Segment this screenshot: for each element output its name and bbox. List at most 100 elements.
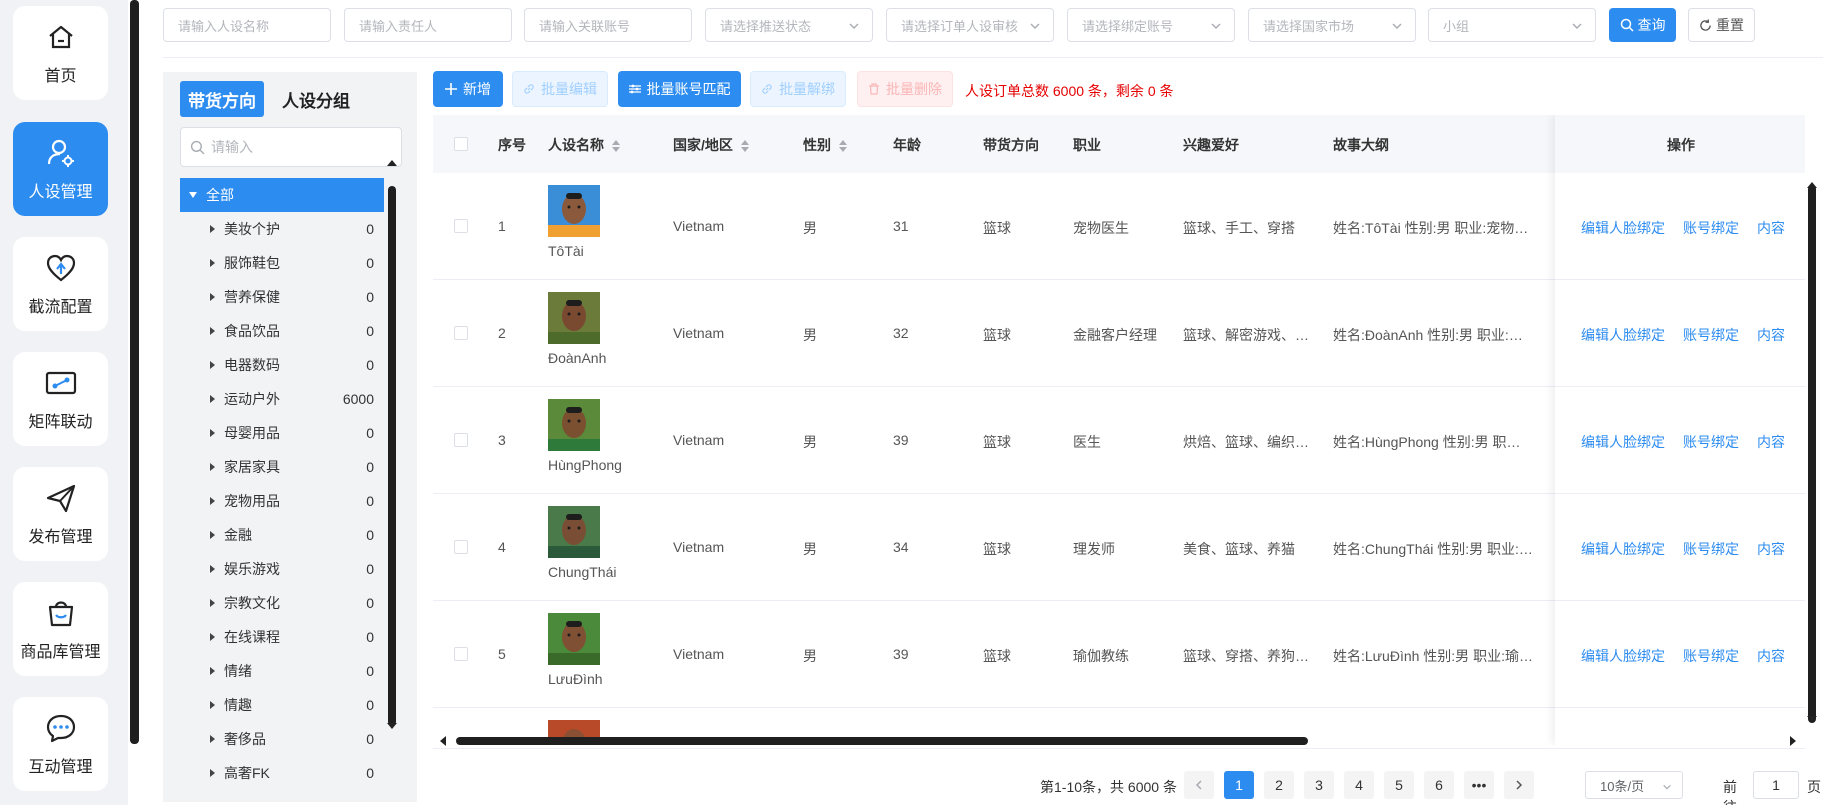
edit-link[interactable]: 编辑 [1581, 432, 1609, 452]
table-vertical-scrollbar[interactable] [1808, 185, 1816, 723]
avatar[interactable] [548, 399, 600, 451]
face-bind-link[interactable]: 人脸绑定 [1609, 539, 1665, 559]
edit-link[interactable]: 编辑 [1581, 218, 1609, 238]
push-status-select[interactable]: 请选择推送状态 [705, 8, 873, 42]
tree-node[interactable]: 服饰鞋包 0 [180, 246, 384, 280]
edit-link[interactable]: 编辑 [1581, 539, 1609, 559]
jump-page-input[interactable]: 1 [1753, 771, 1799, 799]
tree-node[interactable]: 情绪 0 [180, 654, 384, 688]
tree-node[interactable]: 宠物用品 0 [180, 484, 384, 518]
tree-node[interactable]: 运动户外 6000 [180, 382, 384, 416]
row-checkbox[interactable] [454, 219, 468, 233]
nav-scrollbar[interactable] [130, 0, 139, 744]
face-bind-link[interactable]: 人脸绑定 [1609, 432, 1665, 452]
owner-input[interactable]: 请输入责任人 [344, 8, 512, 42]
edit-link[interactable]: 编辑 [1581, 325, 1609, 345]
content-link[interactable]: 内容 [1757, 646, 1785, 666]
batch-delete-button[interactable]: 批量删除 [857, 71, 953, 107]
tree-scrollbar[interactable] [388, 186, 396, 726]
select-all-checkbox[interactable] [454, 137, 468, 151]
account-bind-link[interactable]: 账号绑定 [1683, 218, 1739, 238]
tree-node[interactable]: 奢侈品 0 [180, 722, 384, 756]
content-link[interactable]: 内容 [1757, 539, 1785, 559]
tree-search-input[interactable]: 请输入 [180, 127, 402, 167]
nav-item-home[interactable]: 首页 [13, 6, 108, 100]
row-checkbox[interactable] [454, 433, 468, 447]
nav-item-publish[interactable]: 发布管理 [13, 467, 108, 561]
linked-account-input[interactable]: 请输入关联账号 [524, 8, 692, 42]
nav-item-product-library[interactable]: 商品库管理 [13, 582, 108, 676]
scroll-down-icon[interactable] [387, 723, 397, 729]
page-button[interactable]: 4 [1344, 771, 1374, 799]
content-link[interactable]: 内容 [1757, 218, 1785, 238]
tree-node[interactable]: 美妆个护 0 [180, 212, 384, 246]
tree-node[interactable]: 营养保健 0 [180, 280, 384, 314]
tree-node[interactable]: 食品饮品 0 [180, 314, 384, 348]
scroll-up-icon[interactable] [387, 160, 397, 166]
tab-direction[interactable]: 带货方向 [180, 81, 264, 117]
page-ellipsis[interactable]: ••• [1464, 771, 1494, 799]
tree-node[interactable]: 电器数码 0 [180, 348, 384, 382]
persona-name-input[interactable]: 请输入人设名称 [163, 8, 331, 42]
account-bind-link[interactable]: 账号绑定 [1683, 539, 1739, 559]
tree-node[interactable]: 高奢FK 0 [180, 756, 384, 790]
nav-item-intercept[interactable]: 截流配置 [13, 237, 108, 331]
face-bind-link[interactable]: 人脸绑定 [1609, 646, 1665, 666]
add-button[interactable]: 新增 [433, 71, 503, 107]
avatar[interactable] [548, 292, 600, 344]
prev-page-button[interactable] [1184, 771, 1214, 799]
sort-icon[interactable] [611, 140, 620, 153]
edit-link[interactable]: 编辑 [1581, 646, 1609, 666]
face-bind-link[interactable]: 人脸绑定 [1609, 218, 1665, 238]
content-link[interactable]: 内容 [1757, 325, 1785, 345]
page-button[interactable]: 1 [1224, 771, 1254, 799]
account-bind-link[interactable]: 账号绑定 [1683, 325, 1739, 345]
avatar[interactable] [548, 185, 600, 237]
row-checkbox[interactable] [454, 647, 468, 661]
sort-icon[interactable] [838, 140, 847, 153]
tree-node[interactable]: 娱乐游戏 0 [180, 552, 384, 586]
scroll-down-icon[interactable] [1807, 716, 1817, 722]
face-bind-link[interactable]: 人脸绑定 [1609, 325, 1665, 345]
account-bind-link[interactable]: 账号绑定 [1683, 432, 1739, 452]
page-button[interactable]: 2 [1264, 771, 1294, 799]
page-button[interactable]: 5 [1384, 771, 1414, 799]
row-checkbox[interactable] [454, 326, 468, 340]
scroll-right-icon[interactable] [1790, 736, 1796, 746]
tree-node[interactable]: 情趣 0 [180, 688, 384, 722]
tree-node[interactable]: 宗教文化 0 [180, 586, 384, 620]
nav-item-interaction[interactable]: 互动管理 [13, 697, 108, 791]
batch-unbind-button[interactable]: 批量解绑 [750, 71, 846, 107]
country-market-select[interactable]: 请选择国家市场 [1248, 8, 1416, 42]
table-horizontal-scrollbar[interactable] [456, 737, 1308, 745]
tree-node[interactable]: 在线课程 0 [180, 620, 384, 654]
sort-icon[interactable] [740, 140, 749, 153]
nav-item-persona[interactable]: 人设管理 [13, 122, 108, 216]
nav-item-matrix[interactable]: 矩阵联动 [13, 352, 108, 446]
col-country[interactable]: 国家/地区 [673, 135, 749, 155]
tree-node[interactable]: 母婴用品 0 [180, 416, 384, 450]
avatar[interactable] [548, 506, 600, 558]
page-button[interactable]: 6 [1424, 771, 1454, 799]
avatar[interactable] [548, 613, 600, 665]
page-size-select[interactable]: 10条/页 [1585, 771, 1683, 799]
search-button[interactable]: 查询 [1609, 8, 1676, 42]
order-review-select[interactable]: 请选择订单人设审核 [886, 8, 1054, 42]
tree-node[interactable]: 家居家具 0 [180, 450, 384, 484]
tab-persona-group[interactable]: 人设分组 [274, 81, 358, 117]
group-select[interactable]: 小组 [1428, 8, 1596, 42]
page-button[interactable]: 3 [1304, 771, 1334, 799]
scroll-left-icon[interactable] [440, 736, 446, 746]
col-gender[interactable]: 性别 [803, 135, 847, 155]
content-link[interactable]: 内容 [1757, 432, 1785, 452]
account-bind-link[interactable]: 账号绑定 [1683, 646, 1739, 666]
bound-account-select[interactable]: 请选择绑定账号 [1067, 8, 1235, 42]
reset-button[interactable]: 重置 [1688, 8, 1755, 42]
tree-node[interactable]: 金融 0 [180, 518, 384, 552]
batch-edit-button[interactable]: 批量编辑 [512, 71, 608, 107]
next-page-button[interactable] [1504, 771, 1534, 799]
col-name[interactable]: 人设名称 [548, 135, 620, 155]
tree-node-all[interactable]: 全部 [180, 178, 384, 212]
batch-match-button[interactable]: 批量账号匹配 [618, 71, 741, 107]
row-checkbox[interactable] [454, 540, 468, 554]
